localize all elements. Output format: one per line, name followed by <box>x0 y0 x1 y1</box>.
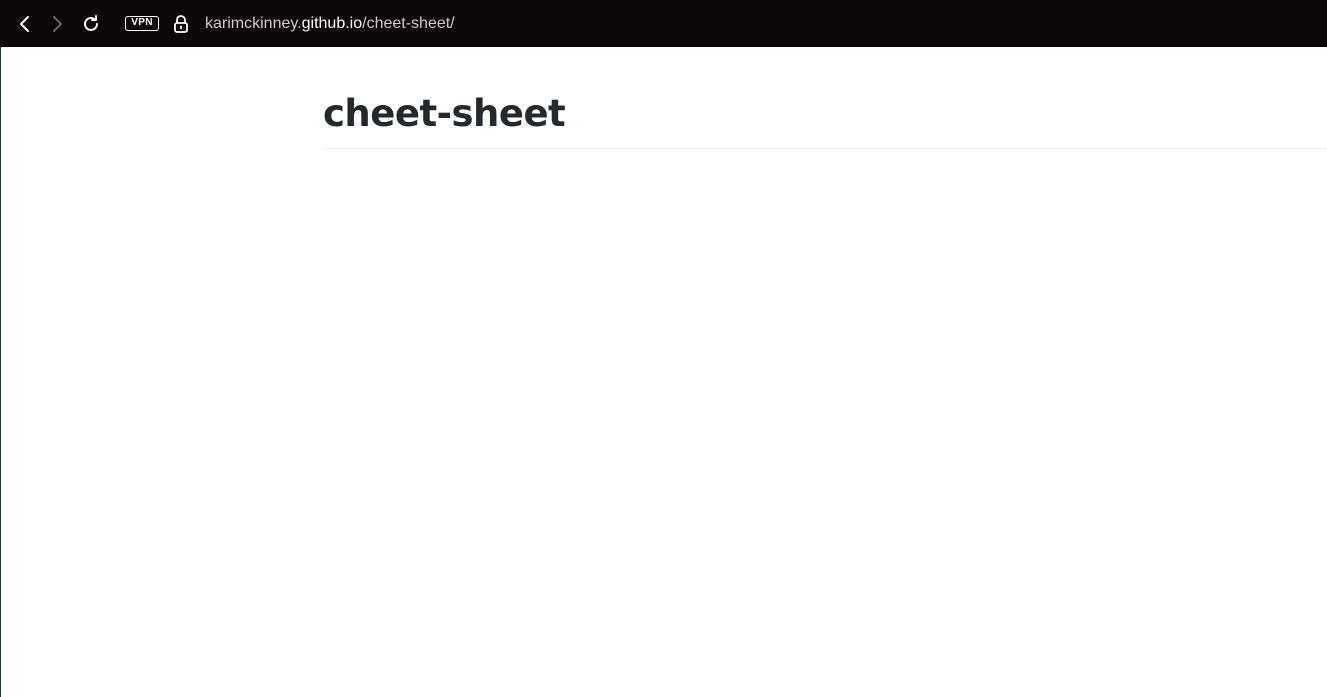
address-bar[interactable]: karimckinney.github.io/cheet-sheet/ <box>205 13 455 35</box>
vpn-badge[interactable]: VPN <box>125 16 159 31</box>
url-prefix: karimckinney. <box>205 15 302 32</box>
forward-button[interactable] <box>46 12 68 36</box>
chevron-right-icon <box>53 16 62 32</box>
lock-button[interactable] <box>171 13 191 35</box>
lock-icon <box>174 15 188 33</box>
title-divider <box>323 148 1327 149</box>
reload-icon <box>84 15 98 31</box>
browser-toolbar: VPN karimckinney.github.io/cheet-sheet/ <box>0 0 1327 47</box>
page-title: cheet-sheet <box>323 92 566 135</box>
reload-button[interactable] <box>80 12 102 36</box>
url-path: /cheet-sheet/ <box>362 15 455 32</box>
chevron-left-icon <box>20 16 29 32</box>
back-button[interactable] <box>14 12 36 36</box>
window-left-edge <box>0 47 1 697</box>
page-content: cheet-sheet <box>323 47 1327 149</box>
url-domain: github.io <box>301 15 363 32</box>
